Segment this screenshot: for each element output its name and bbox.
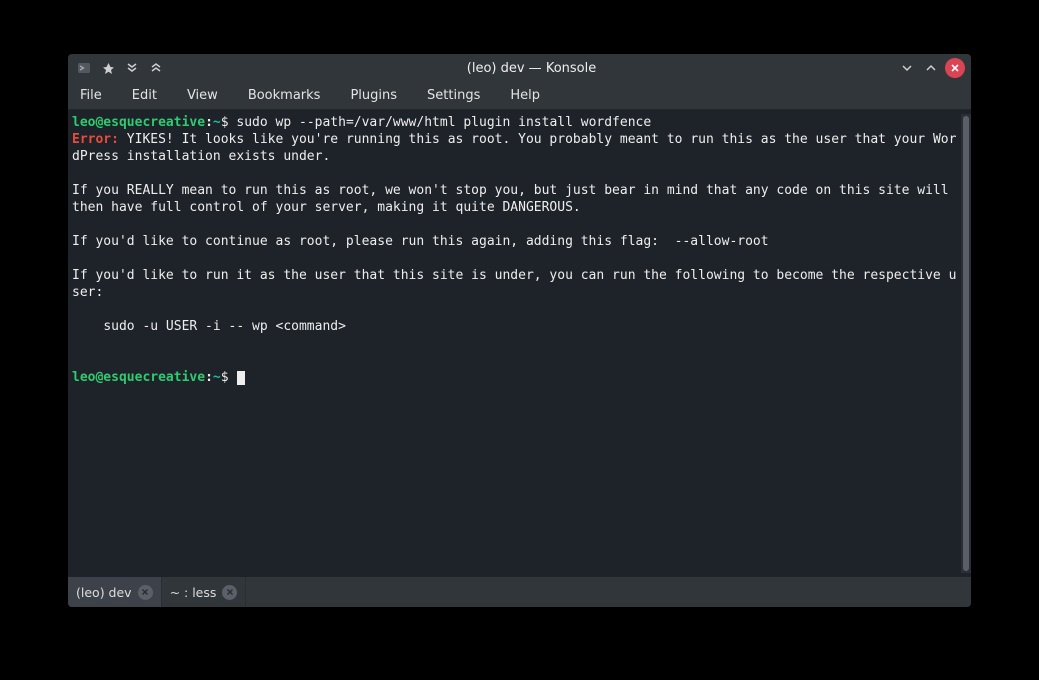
double-chevron-down-icon[interactable] [122, 58, 142, 78]
konsole-window: (leo) dev — Konsole File Edit View Bookm… [68, 54, 971, 607]
prompt-path: ~ [213, 370, 221, 385]
scrollbar-thumb[interactable] [963, 116, 969, 571]
output-para: If you'd like to continue as root, pleas… [72, 234, 769, 249]
titlebar-left-controls [74, 58, 166, 78]
window-title: (leo) dev — Konsole [166, 61, 897, 76]
prompt-user: leo@esquecreative [72, 115, 205, 130]
menu-file[interactable]: File [74, 86, 108, 105]
blank-line [72, 251, 80, 266]
maximize-button[interactable] [921, 58, 941, 78]
blank-line [72, 336, 80, 351]
menu-edit[interactable]: Edit [126, 86, 163, 105]
blank-line [72, 166, 80, 181]
tab-label: (leo) dev [76, 585, 132, 600]
close-button[interactable] [945, 58, 965, 78]
terminal-content[interactable]: leo@esquecreative:~$ sudo wp --path=/var… [72, 114, 961, 573]
app-menu-icon[interactable] [74, 58, 94, 78]
minimize-button[interactable] [897, 58, 917, 78]
command-text: sudo wp --path=/var/www/html plugin inst… [236, 115, 651, 130]
prompt-colon: : [205, 115, 213, 130]
menu-plugins[interactable]: Plugins [344, 86, 403, 105]
tab-bar: (leo) dev ~ : less [68, 577, 971, 607]
output-indent-cmd: sudo -u USER -i -- wp <command> [72, 319, 346, 334]
tab-item[interactable]: (leo) dev [68, 577, 162, 607]
double-chevron-up-icon[interactable] [146, 58, 166, 78]
prompt-path: ~ [213, 115, 221, 130]
menu-bookmarks[interactable]: Bookmarks [242, 86, 327, 105]
tab-close-icon[interactable] [222, 585, 237, 600]
error-label: Error: [72, 132, 119, 147]
blank-line [72, 302, 80, 317]
prompt-dollar: $ [221, 370, 237, 385]
titlebar: (leo) dev — Konsole [68, 54, 971, 82]
tab-item[interactable]: ~ : less [162, 577, 247, 607]
output-para: If you'd like to run it as the user that… [72, 268, 956, 300]
terminal-area[interactable]: leo@esquecreative:~$ sudo wp --path=/var… [68, 110, 971, 577]
tab-label: ~ : less [170, 585, 217, 600]
menu-settings[interactable]: Settings [421, 86, 486, 105]
prompt-colon: : [205, 370, 213, 385]
error-body: YIKES! It looks like you're running this… [72, 132, 956, 164]
menu-view[interactable]: View [181, 86, 224, 105]
cursor-icon [237, 371, 245, 385]
blank-line [72, 353, 80, 368]
tab-close-icon[interactable] [138, 585, 153, 600]
menubar: File Edit View Bookmarks Plugins Setting… [68, 82, 971, 110]
pin-icon[interactable] [98, 58, 118, 78]
prompt-user: leo@esquecreative [72, 370, 205, 385]
prompt-dollar: $ [221, 115, 237, 130]
blank-line [72, 217, 80, 232]
titlebar-right-controls [897, 58, 965, 78]
scrollbar[interactable] [961, 114, 971, 573]
output-para: If you REALLY mean to run this as root, … [72, 183, 956, 215]
menu-help[interactable]: Help [504, 86, 546, 105]
